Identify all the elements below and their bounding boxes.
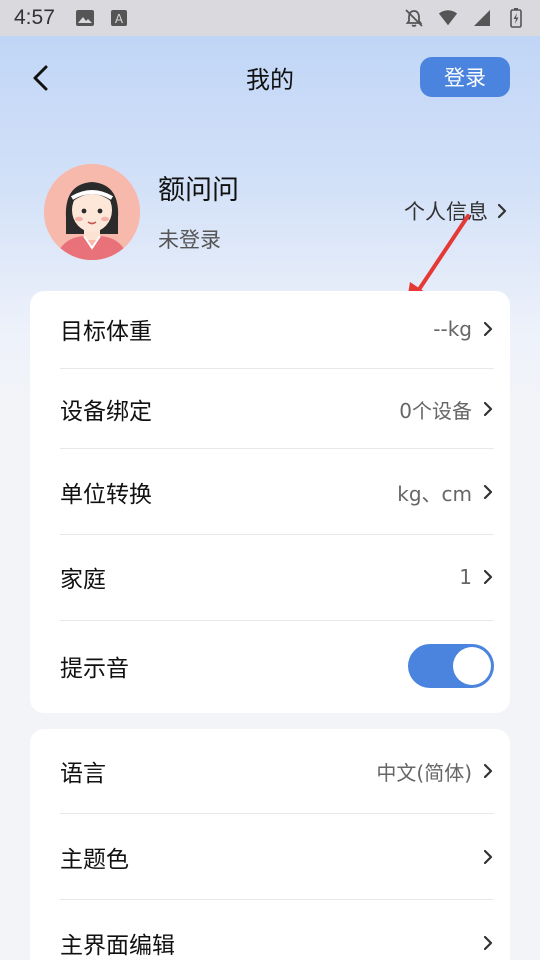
row-value: --kg <box>433 317 472 341</box>
image-icon <box>75 8 95 28</box>
login-button[interactable]: 登录 <box>420 57 510 97</box>
avatar[interactable] <box>44 164 140 260</box>
row-label: 提示音 <box>60 656 129 682</box>
unit-conversion-row[interactable]: 单位转换 kg、cm <box>60 472 494 512</box>
status-bar: 4:57 A <box>0 0 540 36</box>
divider <box>60 448 494 449</box>
row-value: 中文(简体) <box>376 760 472 785</box>
row-value: kg、cm <box>397 481 472 506</box>
svg-text:A: A <box>115 12 124 26</box>
target-weight-row[interactable]: 目标体重 --kg <box>60 309 494 349</box>
language-row[interactable]: 语言 中文(简体) <box>60 751 494 791</box>
personal-info-link[interactable]: 个人信息 <box>404 196 508 226</box>
divider <box>60 368 494 369</box>
battery-charging-icon <box>506 8 526 28</box>
a-box-icon: A <box>109 8 129 28</box>
row-label: 设备绑定 <box>60 399 152 425</box>
row-label: 主题色 <box>60 847 129 873</box>
divider <box>60 899 494 900</box>
chevron-right-icon <box>483 321 493 337</box>
user-name: 额问问 <box>158 175 239 206</box>
divider <box>60 813 494 814</box>
row-value: 1 <box>459 565 472 589</box>
chevron-right-icon <box>483 849 493 865</box>
status-time: 4:57 <box>14 6 55 29</box>
row-label: 目标体重 <box>60 319 152 345</box>
chevron-right-icon <box>483 763 493 779</box>
app-header: 我的 登录 <box>0 36 540 120</box>
theme-color-row[interactable]: 主题色 <box>60 837 494 877</box>
settings-card-primary: 目标体重 --kg 设备绑定 0个设备 单位转换 kg、cm 家庭 1 提示音 <box>30 291 510 713</box>
chevron-right-icon <box>483 935 493 951</box>
row-value: 0个设备 <box>399 398 472 423</box>
row-label: 家庭 <box>60 567 106 593</box>
toggle-knob <box>453 647 491 685</box>
device-binding-row[interactable]: 设备绑定 0个设备 <box>60 389 494 429</box>
chevron-right-icon <box>497 203 507 219</box>
divider <box>60 620 494 621</box>
row-label: 主界面编辑 <box>60 933 175 959</box>
signal-icon <box>472 8 492 28</box>
prompt-sound-toggle[interactable] <box>408 644 494 688</box>
row-label: 单位转换 <box>60 482 152 508</box>
family-row[interactable]: 家庭 1 <box>60 557 494 597</box>
personal-info-label: 个人信息 <box>404 200 488 224</box>
chevron-right-icon <box>483 484 493 500</box>
chevron-right-icon <box>483 569 493 585</box>
wifi-icon <box>438 8 458 28</box>
chevron-right-icon <box>483 401 493 417</box>
profile-section: 额问问 未登录 个人信息 <box>0 160 540 270</box>
prompt-sound-row: 提示音 <box>60 644 494 688</box>
login-status: 未登录 <box>158 228 221 252</box>
settings-card-secondary: 语言 中文(简体) 主题色 主界面编辑 <box>30 729 510 960</box>
divider <box>60 534 494 535</box>
home-edit-row[interactable]: 主界面编辑 <box>60 923 494 960</box>
row-label: 语言 <box>60 761 106 787</box>
bell-off-icon <box>404 8 424 28</box>
